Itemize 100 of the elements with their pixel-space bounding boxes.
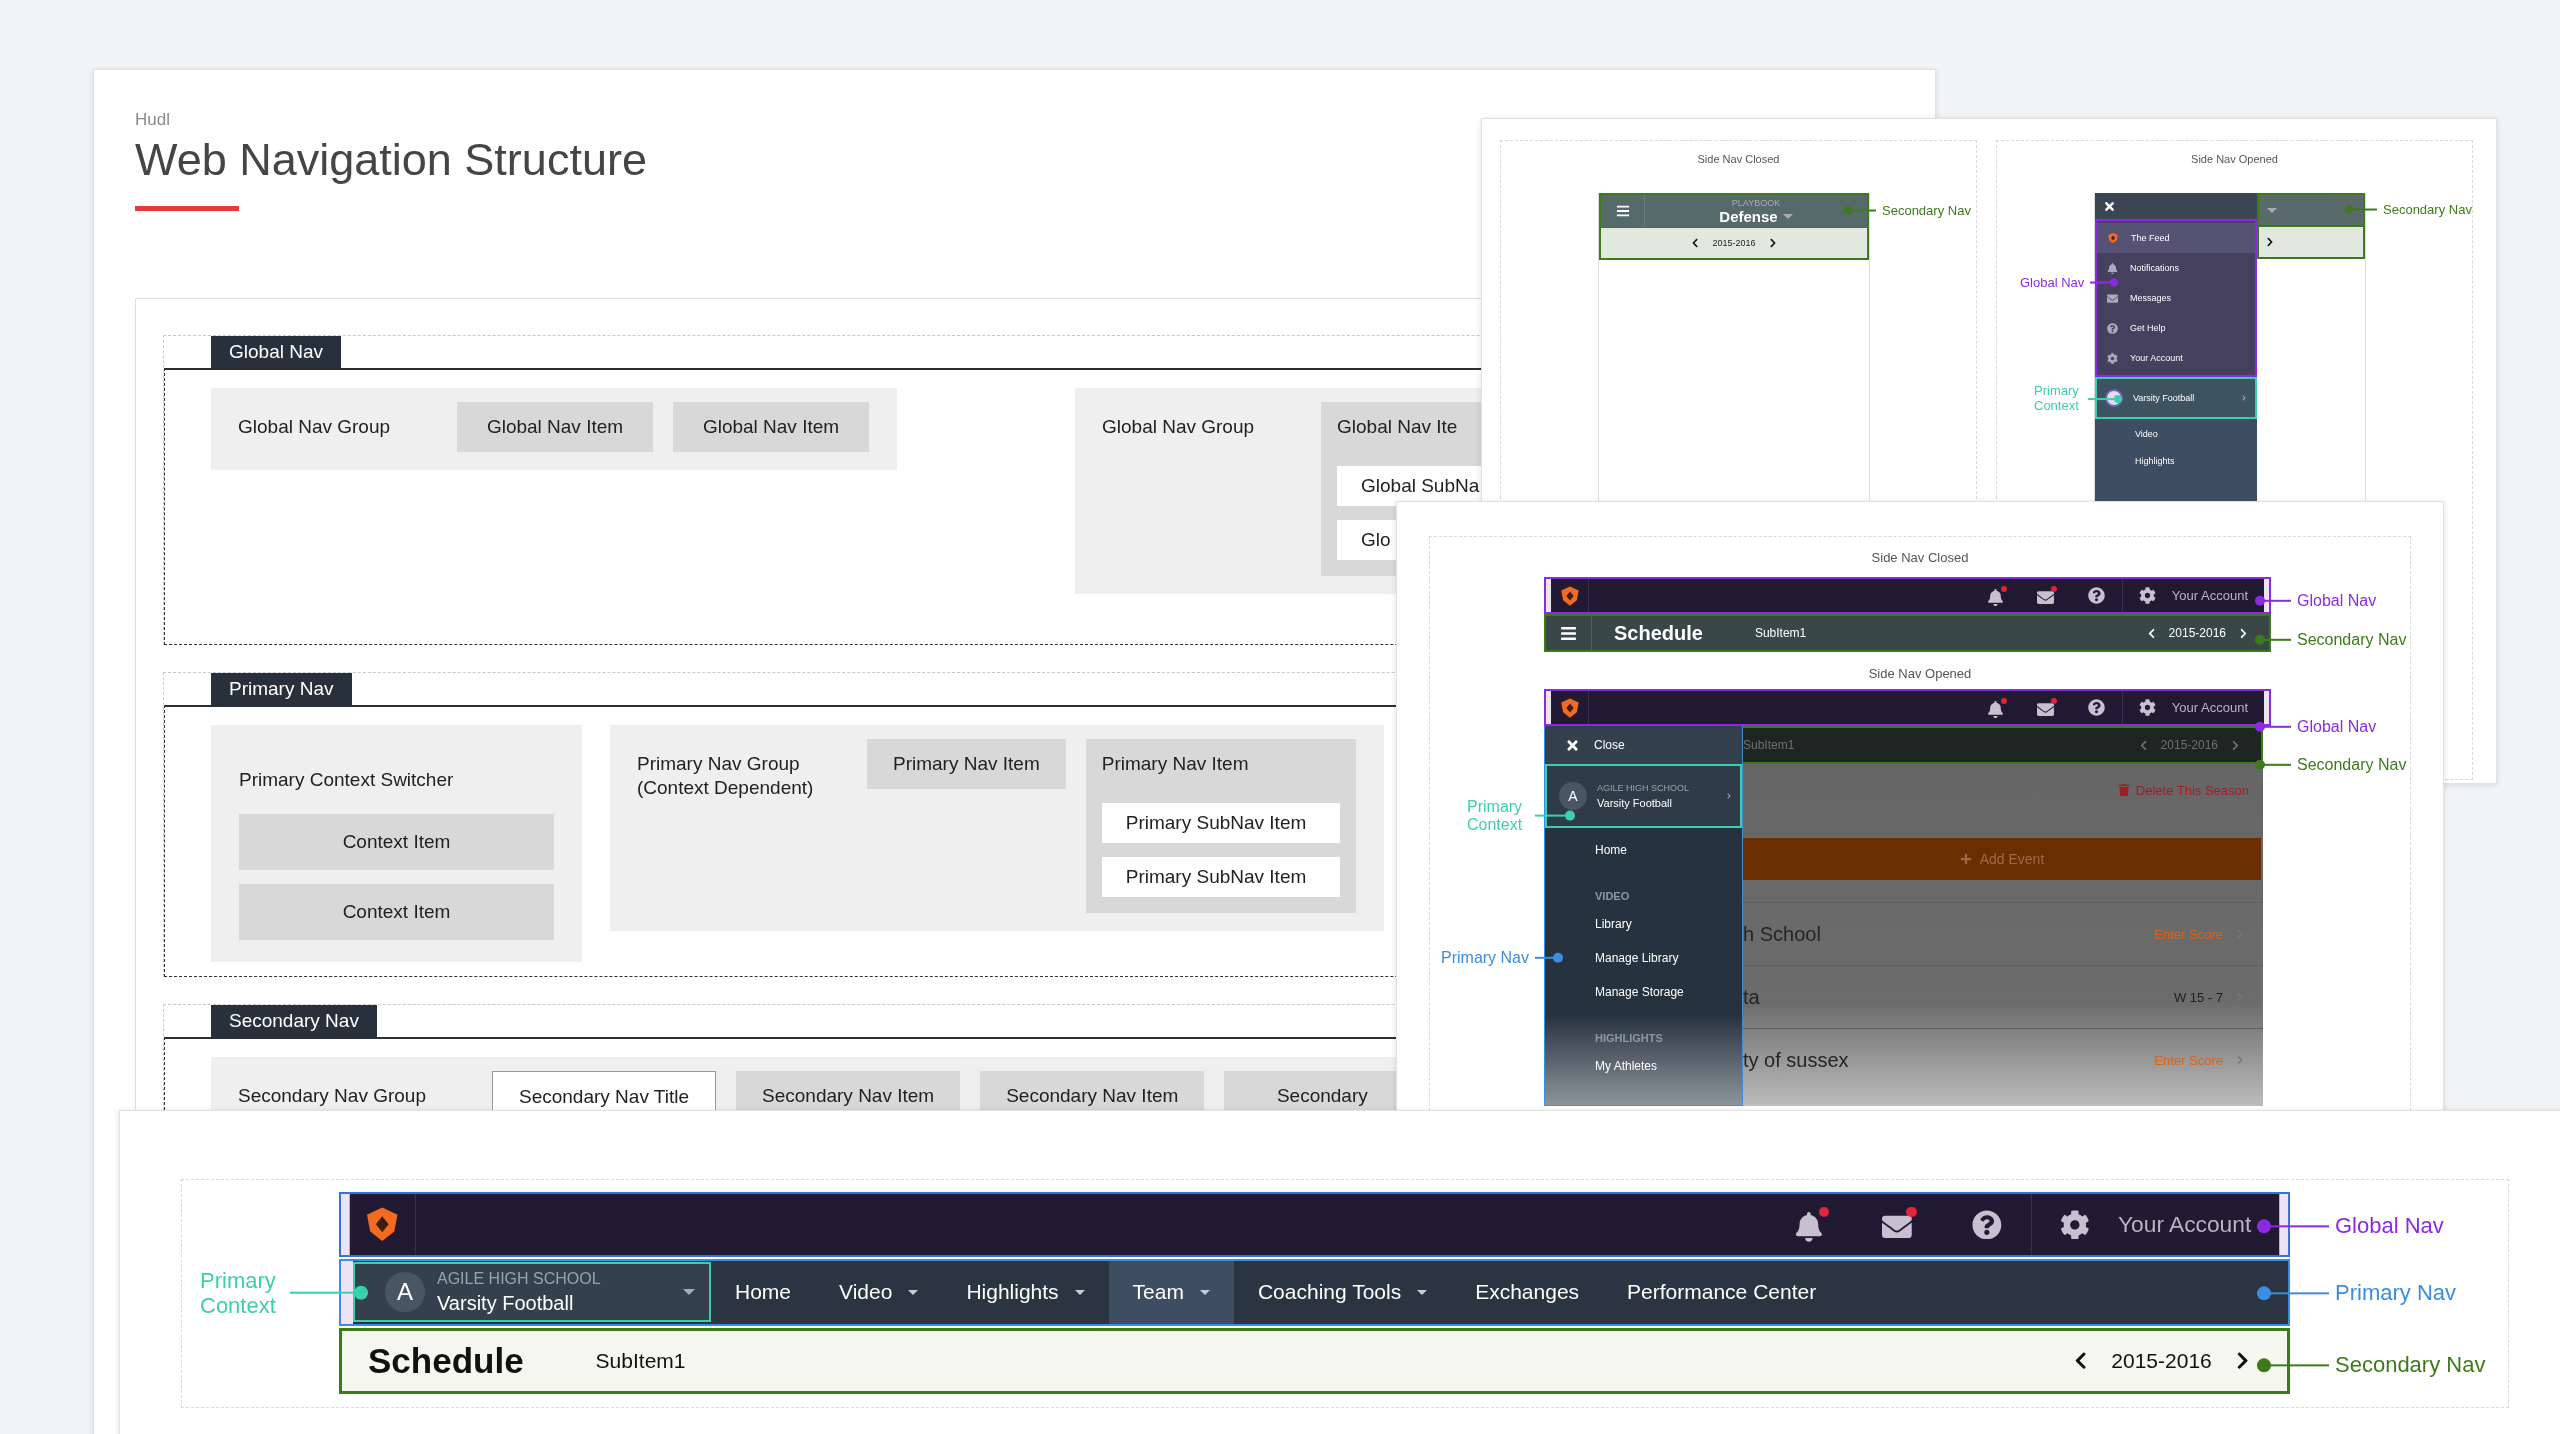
team-name: Varsity Football (437, 1291, 575, 1315)
game-name: ta (1743, 985, 1760, 1009)
school-name: AGILE HIGH SCHOOL (1597, 783, 1691, 793)
bell-icon[interactable] (1986, 697, 2007, 718)
drawer-item[interactable]: Get Help (2097, 313, 2255, 343)
help-icon[interactable] (1971, 1209, 2002, 1240)
close-icon (1565, 737, 1580, 753)
item-label: Global Nav Ite (1337, 415, 1459, 439)
drawer-item[interactable]: Messages (2097, 283, 2255, 313)
secondary-nav-title: Schedule (368, 1341, 524, 1381)
annotation-label: Primary Context (2034, 384, 2080, 414)
close-icon[interactable] (2103, 199, 2116, 213)
chevron-right-icon[interactable] (2264, 237, 2275, 247)
menu-item[interactable]: Library (1545, 908, 1742, 942)
subnav-item: Primary SubNav Item (1101, 857, 1340, 897)
menu-icon[interactable] (1560, 624, 1577, 642)
chevron-right-icon[interactable] (1767, 238, 1778, 248)
menu-heading: VIDEO (1594, 890, 1631, 904)
secondary-nav-title: Schedule (1614, 621, 1703, 645)
secondary-nav-item[interactable]: SubItem1 (595, 1349, 686, 1373)
context-item: Context Item (239, 814, 554, 870)
annotation-label: Secondary Nav (2297, 755, 2407, 775)
nav-tab[interactable]: Exchanges (1451, 1260, 1604, 1324)
annotation-label: Secondary Nav (2335, 1352, 2486, 1378)
group-label: Global Nav Group (1102, 415, 1256, 439)
close-button[interactable]: Close (1545, 726, 1742, 764)
context-item: Context Item (239, 884, 554, 940)
settings-icon[interactable] (2138, 699, 2156, 716)
settings-icon (2107, 352, 2118, 364)
school-name: AGILE HIGH SCHOOL (437, 1269, 602, 1288)
group-label: Secondary Nav Group (238, 1084, 427, 1108)
panel-title: Side Nav Opened (2191, 153, 2278, 165)
context-switcher[interactable]: A AGILE HIGH SCHOOL Varsity Football (1545, 764, 1742, 828)
help-icon[interactable] (2088, 699, 2106, 716)
context-item[interactable]: Varsity Football (2095, 377, 2257, 419)
season-label: 2015-2016 (1712, 238, 1756, 248)
group-label: Global Nav Group (238, 415, 392, 439)
logo-icon (2107, 232, 2119, 244)
secondary-nav-item[interactable]: SubItem1 (1754, 626, 1807, 640)
account-link[interactable]: Your Account (2171, 588, 2248, 603)
section-tag: Primary Nav (211, 673, 352, 705)
drawer-item[interactable]: The Feed (2097, 223, 2255, 253)
drawer-item[interactable]: Your Account (2097, 343, 2255, 373)
caret-icon (683, 1289, 695, 1296)
brand-label: Hudl (135, 110, 171, 130)
bell-icon[interactable] (1986, 585, 2007, 606)
settings-icon[interactable] (2138, 587, 2156, 604)
drawer-item[interactable]: Notifications (2097, 253, 2255, 283)
menu-item[interactable]: Home (1545, 834, 1742, 868)
help-icon (2107, 322, 2118, 334)
help-icon[interactable] (2088, 587, 2106, 604)
subnav-item: Primary SubNav Item (1101, 803, 1340, 843)
account-link[interactable]: Your Account (2171, 700, 2248, 715)
context-title: Defense (1719, 207, 1778, 225)
menu-icon[interactable] (1615, 204, 1630, 218)
annotation-label: Secondary Nav (2297, 630, 2407, 650)
nav-tab[interactable]: Coaching Tools (1233, 1260, 1452, 1324)
annotation-label: Global Nav (2335, 1213, 2444, 1239)
page-title: Web Navigation Structure (135, 134, 647, 186)
annotation-label: Primary Context (1467, 797, 1524, 835)
nav-tab[interactable]: Performance Center (1603, 1260, 1841, 1324)
account-link[interactable]: Your Account (2118, 1210, 2252, 1238)
bell-icon (2107, 262, 2118, 274)
annotation-label: Primary Context (200, 1267, 277, 1319)
bell-icon[interactable] (1794, 1206, 1830, 1242)
chevron-left-icon[interactable] (1690, 238, 1701, 248)
score-label: W 15 - 7 (2173, 989, 2223, 1005)
logo (1558, 696, 1581, 719)
logo (1558, 584, 1581, 607)
chevron-right-icon[interactable] (2238, 627, 2249, 639)
menu-item[interactable]: My Athletes (1545, 1050, 1742, 1084)
nav-tab[interactable]: Team (1108, 1260, 1234, 1324)
season-label: 2015-2016 (2160, 738, 2218, 752)
menu-item[interactable]: Manage Storage (1545, 976, 1742, 1010)
envelope-icon[interactable] (2036, 697, 2057, 718)
context-switcher[interactable]: A AGILE HIGH SCHOOL Varsity Football (353, 1262, 711, 1323)
section-tag: Secondary Nav (211, 1005, 377, 1037)
drawer-item[interactable]: Highlights (2095, 446, 2257, 473)
settings-icon[interactable] (2059, 1209, 2090, 1240)
panel-title: Side Nav Opened (1868, 666, 1972, 681)
team-name: Varsity Football (1597, 797, 1673, 809)
item-label: Primary Nav Item (1101, 752, 1250, 776)
nav-tab[interactable]: Home (711, 1260, 816, 1324)
nav-tab[interactable]: Highlights (942, 1260, 1109, 1324)
season-label: 2015-2016 (2111, 1349, 2212, 1373)
drawer-item[interactable]: Video (2095, 419, 2257, 446)
menu-heading: HIGHLIGHTS (1594, 1032, 1664, 1046)
caret-icon (2266, 207, 2277, 213)
annotation-label: Primary Nav (1441, 948, 1529, 968)
chevron-right-icon (2235, 1055, 2245, 1065)
group-label: Primary Context Switcher (239, 768, 455, 792)
envelope-icon[interactable] (2036, 585, 2057, 606)
panel-title: Side Nav Closed (1697, 153, 1780, 165)
trash-icon (2117, 784, 2130, 796)
avatar: A (1559, 782, 1587, 810)
game-name: h School (1743, 922, 1821, 946)
menu-item[interactable]: Manage Library (1545, 942, 1742, 976)
nav-tab[interactable]: Video (815, 1260, 943, 1324)
annotation-label: Primary Nav (2335, 1280, 2456, 1306)
annotation-label: Global Nav (2297, 717, 2377, 737)
